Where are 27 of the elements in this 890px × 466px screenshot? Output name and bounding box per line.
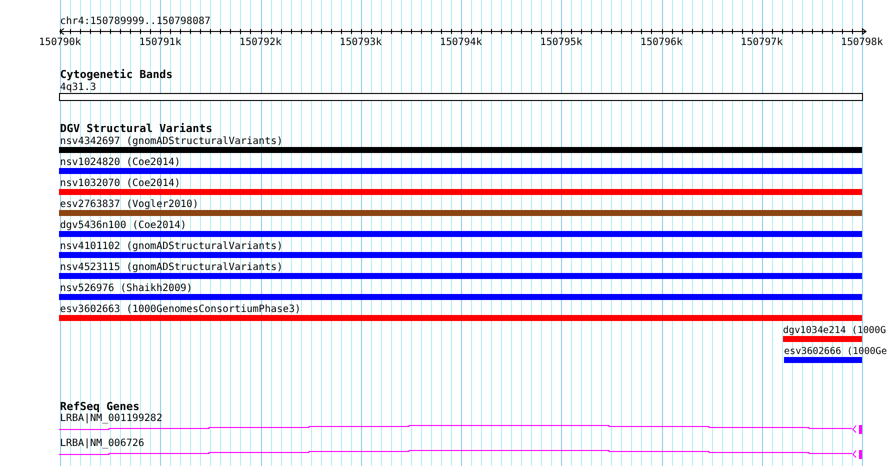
tick-label: 150794k bbox=[440, 37, 482, 48]
variant-label: esv2763837 (Vogler2010) bbox=[60, 199, 198, 210]
track-title: Cytogenetic Bands bbox=[60, 68, 173, 81]
tick-label: 150797k bbox=[740, 37, 783, 48]
gene-label: LRBA|NM_001199282 bbox=[60, 413, 162, 424]
variant-label: nsv4342697 (gnomADStructuralVariants) bbox=[60, 136, 283, 147]
tick-label: 150798k bbox=[840, 37, 884, 48]
tick-label: 150791k bbox=[139, 37, 182, 48]
variant-label: dgv5436n100 (Coe2014) bbox=[60, 220, 186, 231]
variant-label: esv3602663 (1000GenomesConsortiumPhase3) bbox=[60, 304, 301, 315]
variant-label: nsv1024820 (Coe2014) bbox=[60, 157, 180, 168]
variant-label: nsv1032070 (Coe2014) bbox=[60, 178, 180, 189]
gene-label: LRBA|NM_006726 bbox=[60, 438, 144, 449]
track-title: DGV Structural Variants bbox=[60, 122, 212, 135]
track-title: RefSeq Genes bbox=[60, 400, 140, 413]
variant-label: nsv4523115 (gnomADStructuralVariants) bbox=[60, 262, 283, 273]
variant-label: dgv1034e214 (1000G bbox=[783, 325, 886, 336]
tick-label: 150790k bbox=[38, 37, 82, 48]
variant-label: nsv526976 (Shaikh2009) bbox=[60, 283, 192, 294]
variant-label: esv3602666 (1000Ge bbox=[784, 346, 887, 357]
tick-label: 150796k bbox=[640, 37, 683, 48]
tick-label: 150795k bbox=[540, 37, 582, 48]
band-label: 4q31.3 bbox=[60, 82, 96, 93]
tick-label: 150793k bbox=[340, 37, 382, 48]
variant-label: nsv4101102 (gnomADStructuralVariants) bbox=[60, 241, 283, 252]
tick-label: 150792k bbox=[239, 37, 282, 48]
location-label: chr4:150789999..150798087 bbox=[60, 16, 211, 27]
